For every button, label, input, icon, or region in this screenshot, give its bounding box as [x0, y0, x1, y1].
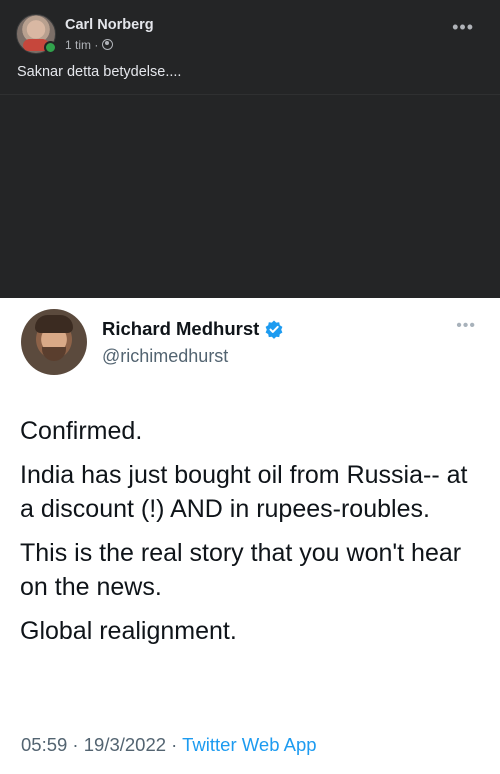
online-status-dot [44, 41, 57, 54]
tweet-paragraph: This is the real story that you won't he… [20, 539, 462, 601]
post-subline: 1 tim · [65, 37, 154, 53]
tweet-footer: 05:59 · 19/3/2022 · Twitter Web App [21, 734, 317, 756]
globe-icon [102, 39, 114, 50]
post-text: Saknar detta betydelse.... [17, 64, 182, 80]
author-name[interactable]: Carl Norberg [65, 16, 154, 34]
tweet-avatar[interactable] [21, 309, 87, 375]
tweet-paragraph: Global realignment. [20, 617, 237, 645]
divider [0, 94, 500, 95]
tweet-timestamp[interactable]: 05:59 · 19/3/2022 · [21, 734, 182, 755]
post-time[interactable]: 1 tim · [65, 37, 98, 53]
tweet-paragraph: India has just bought oil from Russia-- … [20, 461, 468, 523]
more-options-icon[interactable]: ••• [456, 318, 476, 334]
verified-badge-icon [265, 320, 283, 339]
tweet-author-name[interactable]: Richard Medhurst [102, 318, 259, 340]
tweet-body: Confirmed. India has just bought oil fro… [20, 414, 485, 658]
author-avatar[interactable] [16, 14, 57, 54]
avatar-beard [42, 347, 66, 361]
avatar-hair [35, 315, 73, 333]
ellipsis-icon[interactable]: ••• [452, 18, 474, 36]
post-meta: Carl Norberg 1 tim · [65, 16, 154, 53]
post-header: Carl Norberg 1 tim · [16, 14, 154, 54]
tweet-paragraph: Confirmed. [20, 417, 143, 445]
facebook-post: Carl Norberg 1 tim · ••• Saknar detta be… [0, 0, 500, 298]
tweet-name-row: Richard Medhurst [102, 318, 284, 340]
tweet-source-link[interactable]: Twitter Web App [182, 734, 316, 755]
tweet-handle[interactable]: @richimedhurst [102, 346, 228, 367]
tweet-card: Richard Medhurst @richimedhurst ••• Conf… [0, 298, 500, 774]
